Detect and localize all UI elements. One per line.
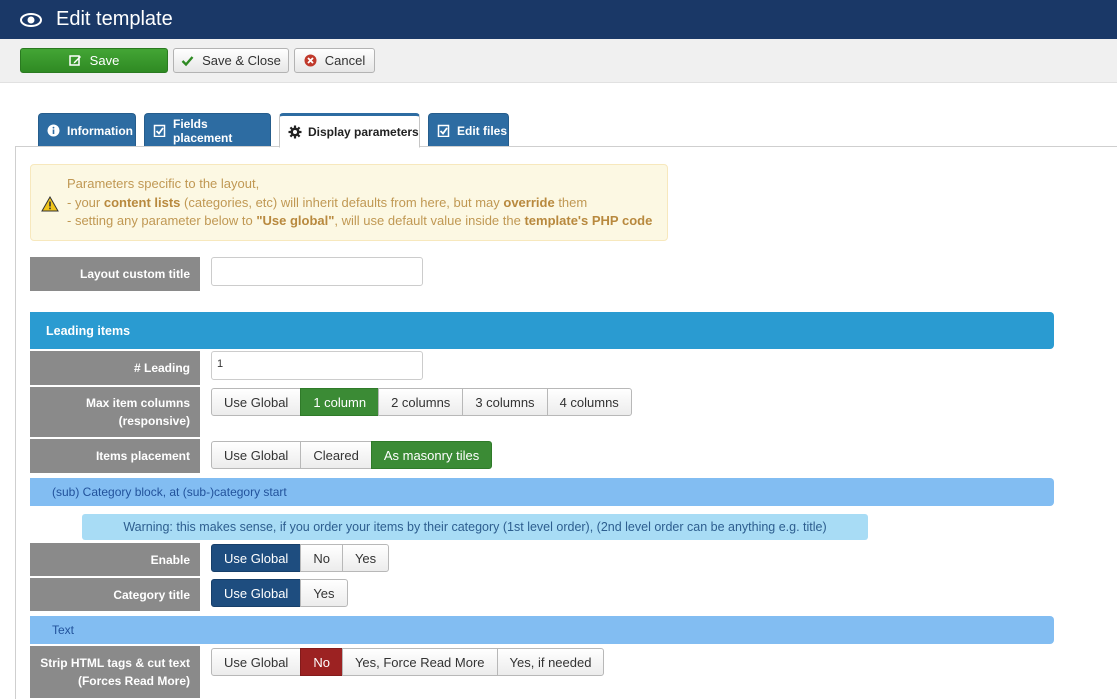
tab-information[interactable]: Information [38,113,136,147]
leading-count-input[interactable]: 1 [211,351,423,380]
alert-line-1: Parameters specific to the layout, [67,176,260,191]
tab-label: Information [67,123,133,138]
category-title-option[interactable]: Yes [300,579,348,607]
placement-option-selected[interactable]: As masonry tiles [370,441,493,469]
max-cols-option[interactable]: 2 columns [378,388,464,416]
enable-group: Use Global No Yes [211,544,390,572]
save-label: Save [89,53,120,68]
category-title-group: Use Global Yes [211,579,348,607]
max-item-columns-label: Max item columns (responsive) [30,387,200,437]
strip-html-option[interactable]: Yes, Force Read More [341,648,498,676]
save-button[interactable]: Save [20,48,168,73]
tab-fields-placement[interactable]: Fields placement [144,113,271,147]
subcategory-warning: Warning: this makes sense, if you order … [82,514,868,540]
enable-option[interactable]: No [300,544,343,572]
tab-label: Display parameters [308,124,419,139]
tab-label: Fields placement [173,116,233,145]
max-cols-option[interactable]: 4 columns [546,388,632,416]
layout-custom-title-input[interactable] [211,257,423,286]
section-subcategory-block: (sub) Category block, at (sub-)category … [30,478,1054,506]
category-title-label: Category title [30,578,200,611]
max-cols-option-selected[interactable]: 1 column [300,388,380,416]
items-placement-label: Items placement [30,439,200,473]
strip-html-option[interactable]: Use Global [211,648,302,676]
page-title: Edit template [56,8,173,30]
max-item-columns-group: Use Global 1 column 2 columns 3 columns … [211,388,632,416]
tab-panel-border [15,146,1117,147]
save-close-button[interactable]: Save & Close [173,48,289,73]
strip-html-option[interactable]: Yes, if needed [496,648,605,676]
strip-html-label: Strip HTML tags & cut text (Forces Read … [30,646,200,698]
tab-edit-files[interactable]: Edit files [428,113,509,147]
section-leading-items: Leading items [30,312,1054,349]
warning-icon [41,195,59,212]
max-cols-option[interactable]: Use Global [211,388,302,416]
clipboard-check-icon [437,124,450,138]
category-title-option-selected[interactable]: Use Global [211,579,302,607]
check-icon [181,54,194,67]
enable-option-selected[interactable]: Use Global [211,544,302,572]
layout-custom-title-label: Layout custom title [30,257,200,291]
placement-option[interactable]: Use Global [211,441,302,469]
info-icon [47,124,60,137]
gear-icon [288,125,302,139]
save-close-label: Save & Close [202,53,281,68]
placement-option[interactable]: Cleared [300,441,372,469]
layout-alert: Parameters specific to the layout, - you… [30,164,668,241]
section-text: Text [30,616,1054,644]
strip-html-group: Use Global No Yes, Force Read More Yes, … [211,648,605,676]
alert-line-2: - your content lists (categories, etc) w… [67,194,588,210]
strip-html-option-selected[interactable]: No [300,648,343,676]
enable-option[interactable]: Yes [341,544,390,572]
cancel-button[interactable]: Cancel [294,48,375,73]
edit-icon [68,54,82,67]
clipboard-check-icon [153,124,166,138]
cancel-circle-icon [304,54,317,67]
leading-count-label: # Leading [30,351,200,385]
tab-display-parameters[interactable]: Display parameters [279,113,420,148]
alert-line-3: - setting any parameter below to "Use gl… [67,213,653,228]
tab-panel-border-left [15,146,16,699]
eye-icon [20,12,42,28]
title-bar: Edit template [0,0,1117,39]
tab-label: Edit files [457,123,508,138]
max-cols-option[interactable]: 3 columns [462,388,548,416]
cancel-label: Cancel [324,53,366,68]
items-placement-group: Use Global Cleared As masonry tiles [211,441,493,469]
enable-label: Enable [30,543,200,576]
toolbar: Save Save & Close Cancel [0,39,1117,83]
